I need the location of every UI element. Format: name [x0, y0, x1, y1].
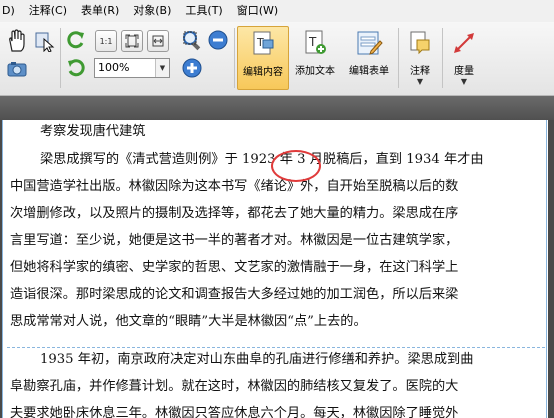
- zoom-level-value: 100%: [98, 61, 130, 74]
- svg-text:T: T: [308, 35, 317, 49]
- fit-width-icon: [152, 35, 164, 47]
- edit-form-icon: [357, 31, 383, 55]
- paragraph-line: 言里写道：至少说，她便是这书一半的著者才对。林徽因是一位古建筑学家，: [10, 233, 459, 248]
- measure-label: 度量: [454, 66, 474, 77]
- fit-page-button[interactable]: [121, 30, 143, 52]
- paragraph-line: 次增删修改，以及照片的摄制及选择等，都花去了她大量的精力。梁思成在序: [10, 206, 459, 221]
- actual-size-icon: 1:1: [99, 36, 113, 46]
- right-margin-guide: [546, 120, 547, 418]
- rotate-counterclockwise-icon[interactable]: [64, 56, 88, 80]
- snapshot-camera-icon[interactable]: [6, 58, 28, 80]
- menu-item-tools[interactable]: 工具(T): [178, 0, 229, 22]
- menu-item-object[interactable]: 对象(B): [126, 0, 178, 22]
- zoom-in-icon[interactable]: [180, 56, 204, 80]
- edit-form-label: 编辑表单: [349, 66, 389, 77]
- comment-icon: [410, 31, 430, 55]
- document-page[interactable]: 考察发现唐代建筑 梁思成撰写的《清式营造则例》于 1923 年 3 月脱稿后，直…: [2, 120, 548, 418]
- menu-item-window[interactable]: 窗口(W): [230, 0, 285, 22]
- measure-icon: [454, 33, 474, 53]
- toolbar: 1:1 100% ▼ T 编辑内容 T 添加文本 编辑表单 注释 ▼ 度量 ▼: [0, 22, 554, 96]
- editing-text-box[interactable]: 考察发现唐代建筑 梁思成撰写的《清式营造则例》于 1923 年 3 月脱稿后，直…: [7, 120, 545, 348]
- paragraph-line: 中国营造学社出版。林徽因除为这本书写《绪论》外，自开始至脱稿以后的数: [10, 179, 459, 194]
- edit-content-label: 编辑内容: [243, 67, 283, 78]
- edit-content-button[interactable]: T 编辑内容: [237, 26, 289, 90]
- paragraph-line: 造诣很深。那时梁思成的论文和调查报告大多经过她的加工润色，所以后来梁: [10, 287, 459, 302]
- select-text-icon[interactable]: [32, 28, 58, 54]
- edit-content-icon: T: [253, 31, 274, 55]
- rotate-clockwise-icon[interactable]: [64, 28, 88, 52]
- measure-button[interactable]: 度量 ▼: [446, 26, 482, 90]
- section-heading: 考察发现唐代建筑: [40, 124, 146, 139]
- hand-tool-icon[interactable]: [4, 28, 30, 54]
- menu-item-comment[interactable]: 注释(C): [22, 0, 74, 22]
- chevron-down-icon[interactable]: ▼: [155, 59, 169, 77]
- paragraph-line: 阜勘察孔庙，并作修葺计划。就在这时，林徽因的肺结核又复发了。医院的大: [10, 379, 459, 394]
- add-text-button[interactable]: T 添加文本: [290, 26, 340, 90]
- fit-page-icon: [125, 34, 139, 48]
- comment-label: 注释: [410, 66, 430, 77]
- zoom-marquee-icon[interactable]: [180, 28, 204, 52]
- add-text-icon: T: [305, 30, 326, 54]
- menu-item-form[interactable]: 表单(R): [74, 0, 126, 22]
- highlight-circle-annotation[interactable]: [271, 150, 321, 182]
- chevron-down-icon[interactable]: ▼: [461, 77, 467, 87]
- zoom-out-icon[interactable]: [206, 28, 230, 52]
- paragraph-line: 1935 年初，南京政府决定对山东曲阜的孔庙进行修缮和养护。梁思成到曲: [40, 352, 474, 367]
- menu-item-cutoff[interactable]: D): [0, 0, 22, 22]
- edit-form-button[interactable]: 编辑表单: [343, 26, 395, 90]
- zoom-level-select[interactable]: 100% ▼: [94, 58, 170, 78]
- add-text-label: 添加文本: [295, 66, 335, 77]
- menu-bar: D) 注释(C) 表单(R) 对象(B) 工具(T) 窗口(W): [0, 0, 554, 22]
- actual-size-button[interactable]: 1:1: [95, 30, 117, 52]
- comment-button[interactable]: 注释 ▼: [402, 26, 438, 90]
- paragraph-line: 但她将科学家的缜密、史学家的哲思、文艺家的激情融于一身，在这门科学上: [10, 260, 459, 275]
- chevron-down-icon[interactable]: ▼: [417, 77, 423, 87]
- paragraph-line: 夫要求她卧床休息三年。林徽因只答应休息六个月。每天，林徽因除了睡觉外: [10, 406, 459, 418]
- toolbar-divider-band: [0, 96, 554, 120]
- fit-width-button[interactable]: [147, 30, 169, 52]
- paragraph-line: 思成常常对人说，他文章的“眼睛”大半是林徽因“点”上去的。: [10, 314, 367, 329]
- paragraph-line: 梁思成撰写的《清式营造则例》于 1923 年 3 月脱稿后，直到 1934 年才…: [40, 152, 484, 167]
